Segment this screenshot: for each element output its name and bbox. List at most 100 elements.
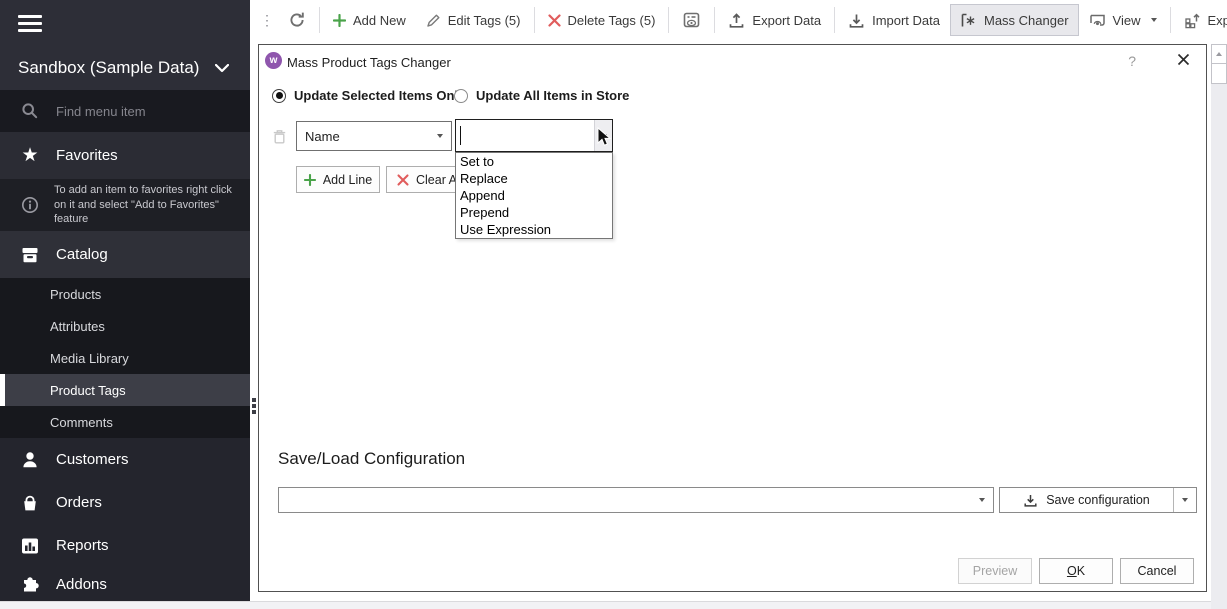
- radio-label: Update Selected Items Only: [294, 88, 465, 103]
- delete-tags-button[interactable]: Delete Tags (5): [538, 4, 666, 36]
- info-icon: [18, 196, 42, 214]
- export-grid-icon: [1184, 12, 1201, 29]
- option-prepend[interactable]: Prepend: [456, 204, 612, 221]
- archive-box-icon: [18, 245, 42, 265]
- radio-label: Update All Items in Store: [476, 88, 629, 103]
- add-line-label: Add Line: [323, 173, 372, 187]
- favorites-hint: To add an item to favorites right click …: [0, 179, 250, 231]
- export-data-button[interactable]: Export Data: [718, 4, 831, 36]
- delete-line-button-disabled: [271, 128, 288, 145]
- toolbar-separator: [534, 7, 535, 33]
- action-combo-input[interactable]: [455, 119, 613, 152]
- save-configuration-dropdown-button[interactable]: [1173, 488, 1196, 512]
- sub-item-label: Comments: [50, 415, 113, 430]
- radio-update-all[interactable]: Update All Items in Store: [454, 88, 629, 103]
- field-select[interactable]: Name: [296, 121, 452, 151]
- search-icon: [18, 102, 42, 120]
- edit-tags-button[interactable]: Edit Tags (5): [416, 4, 531, 36]
- catalog-label: Catalog: [56, 246, 108, 263]
- dropdown-caret-icon: [437, 134, 443, 138]
- delete-x-icon: [548, 14, 561, 27]
- view-eye-icon: [1089, 12, 1106, 29]
- scrollbar-thumb[interactable]: [1211, 64, 1227, 84]
- upload-icon: [728, 12, 745, 29]
- action-combo-text[interactable]: [456, 120, 594, 151]
- radio-off-icon: [454, 89, 468, 103]
- close-icon[interactable]: [1173, 51, 1194, 68]
- mass-changer-icon: [960, 12, 977, 29]
- save-load-heading: Save/Load Configuration: [278, 449, 465, 469]
- sidebar-item-comments[interactable]: Comments: [0, 406, 250, 438]
- sidebar-item-catalog[interactable]: Catalog: [0, 231, 250, 278]
- sidebar-item-orders[interactable]: Orders: [0, 481, 250, 524]
- add-new-button[interactable]: Add New: [323, 4, 416, 36]
- sidebar-item-media-library[interactable]: Media Library: [0, 342, 250, 374]
- sidebar-item-favorites[interactable]: ★ Favorites: [0, 132, 250, 179]
- vertical-scrollbar[interactable]: [1211, 44, 1227, 609]
- save-configuration-split-button: Save configuration: [999, 487, 1197, 513]
- sidebar-item-customers[interactable]: Customers: [0, 438, 250, 481]
- hamburger-menu-icon[interactable]: [18, 15, 42, 32]
- import-data-label: Import Data: [872, 13, 940, 28]
- delete-x-icon: [397, 174, 409, 186]
- save-configuration-button[interactable]: Save configuration: [1000, 488, 1173, 512]
- splitter-grip[interactable]: [252, 398, 256, 414]
- ok-button[interactable]: OK: [1039, 558, 1113, 584]
- cancel-button[interactable]: Cancel: [1120, 558, 1194, 584]
- option-set-to[interactable]: Set to: [456, 153, 612, 170]
- dropdown-caret-icon: [601, 134, 607, 138]
- view-button[interactable]: View: [1079, 4, 1167, 36]
- sidebar: Sandbox (Sample Data) ★ Favorites To add…: [0, 0, 250, 601]
- ok-accesskey: O: [1067, 564, 1077, 578]
- saved-views-button[interactable]: [672, 4, 711, 36]
- add-line-button[interactable]: Add Line: [296, 166, 380, 193]
- export-data-label: Export Data: [752, 13, 821, 28]
- mass-product-tags-changer-dialog: w Mass Product Tags Changer ? Update Sel…: [258, 44, 1207, 592]
- mass-changer-label: Mass Changer: [984, 13, 1069, 28]
- download-icon: [848, 12, 865, 29]
- favorites-label: Favorites: [56, 147, 118, 164]
- scroll-up-button[interactable]: [1211, 44, 1227, 64]
- option-append[interactable]: Append: [456, 187, 612, 204]
- sidebar-item-addons[interactable]: Addons: [0, 567, 250, 601]
- toolbar-separator: [668, 7, 669, 33]
- action-combo-dropdown-button[interactable]: [594, 120, 612, 151]
- app-logo-icon: w: [265, 52, 282, 69]
- sidebar-item-products[interactable]: Products: [0, 278, 250, 310]
- preview-button: Preview: [958, 558, 1032, 584]
- ok-rest: K: [1077, 564, 1085, 578]
- radio-update-selected[interactable]: Update Selected Items Only: [272, 88, 465, 103]
- refresh-button[interactable]: [278, 4, 316, 36]
- orders-label: Orders: [56, 494, 102, 511]
- save-icon: [1023, 493, 1038, 508]
- puzzle-icon: [18, 574, 42, 594]
- option-use-expression[interactable]: Use Expression: [456, 221, 612, 238]
- view-label: View: [1113, 13, 1141, 28]
- mass-changer-button[interactable]: Mass Changer: [950, 4, 1079, 36]
- sidebar-item-product-tags[interactable]: Product Tags: [0, 374, 250, 406]
- toolbar-separator: [714, 7, 715, 33]
- option-replace[interactable]: Replace: [456, 170, 612, 187]
- sidebar-item-reports[interactable]: Reports: [0, 524, 250, 567]
- favorites-hint-text: To add an item to favorites right click …: [54, 183, 240, 228]
- sub-item-label: Media Library: [50, 351, 129, 366]
- edit-tags-label: Edit Tags (5): [448, 13, 521, 28]
- toolbar-grip-icon[interactable]: ⋮: [260, 13, 274, 27]
- store-selector[interactable]: Sandbox (Sample Data): [0, 46, 250, 90]
- import-data-button[interactable]: Import Data: [838, 4, 950, 36]
- customers-label: Customers: [56, 451, 129, 468]
- toolbar-separator: [319, 7, 320, 33]
- app-window: Sandbox (Sample Data) ★ Favorites To add…: [0, 0, 1227, 609]
- export-grid-label: Export Grid: [1208, 13, 1227, 28]
- export-grid-button[interactable]: Export Grid: [1174, 4, 1227, 36]
- sidebar-item-attributes[interactable]: Attributes: [0, 310, 250, 342]
- help-button[interactable]: ?: [1122, 51, 1142, 71]
- person-icon: [18, 450, 42, 470]
- bar-chart-icon: [18, 536, 42, 556]
- radio-on-icon: [272, 89, 286, 103]
- toolbar-separator: [1170, 7, 1171, 33]
- delete-tags-label: Delete Tags (5): [568, 13, 656, 28]
- search-input[interactable]: [54, 103, 218, 120]
- bottom-strip: [0, 601, 1227, 609]
- configuration-select[interactable]: [278, 487, 994, 513]
